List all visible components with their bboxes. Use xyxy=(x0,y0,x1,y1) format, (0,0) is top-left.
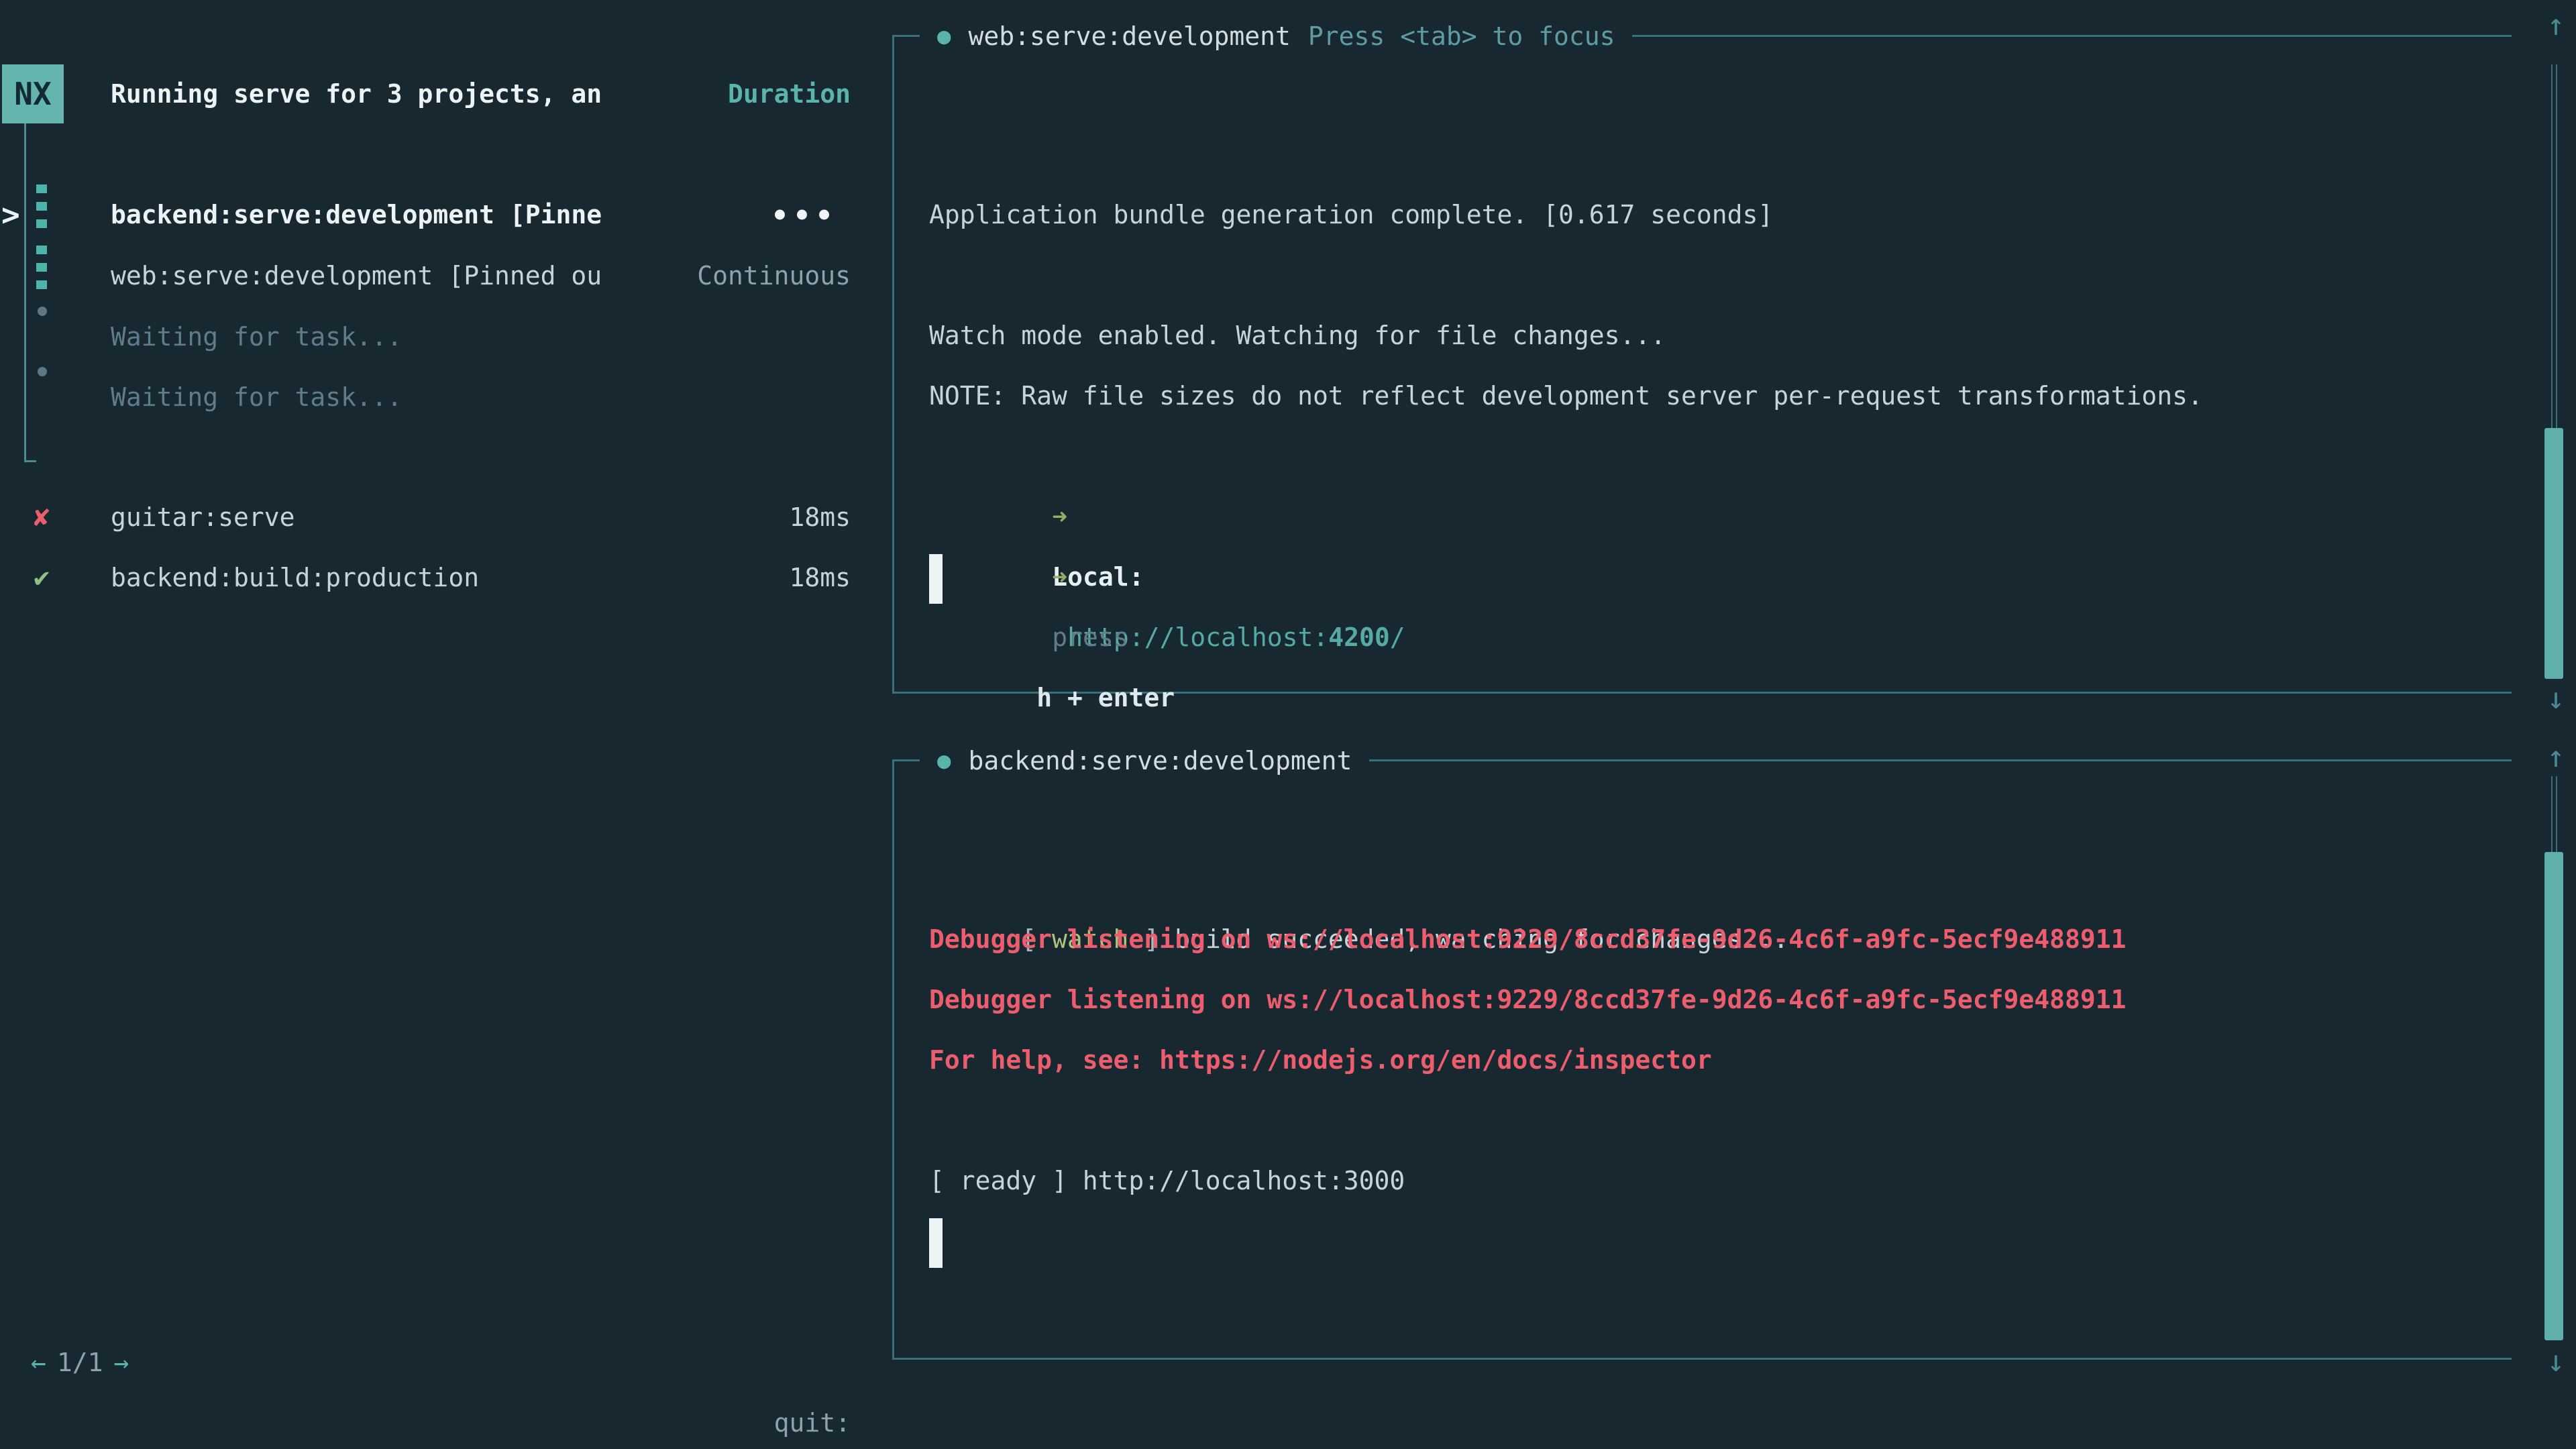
task-label: backend:build:production xyxy=(111,547,479,608)
task-duration: 18ms xyxy=(604,487,851,547)
task-label: web:serve:development [Pinned ou xyxy=(111,246,602,306)
prev-page-arrow[interactable]: ← xyxy=(31,1332,46,1393)
output-line-inspector-help: For help, see: https://nodejs.org/en/doc… xyxy=(929,1030,2431,1090)
task-row-waiting-2[interactable]: Waiting for task... xyxy=(0,367,852,427)
help-hint-keys: h + enter xyxy=(1036,683,1175,712)
error-cross-icon: ✘ xyxy=(34,504,50,531)
output-line-debugger: Debugger listening on ws://localhost:922… xyxy=(929,909,2431,969)
output-line-ready: [ ready ] http://localhost:3000 xyxy=(929,1150,2431,1211)
scrollbar-track[interactable] xyxy=(2551,64,2557,428)
focus-hint: Press <tab> to focus xyxy=(1308,21,1615,51)
task-duration: 18ms xyxy=(604,547,851,608)
running-spinner-icon xyxy=(36,246,47,289)
task-row-guitar-serve[interactable]: ✘ guitar:serve 18ms xyxy=(0,487,852,547)
panel-title: web:serve:development xyxy=(968,21,1290,51)
terminal-output: [ watch ] build succeeded, watching for … xyxy=(929,849,2431,1271)
task-row-backend-build[interactable]: ✔ backend:build:production 18ms xyxy=(0,547,852,608)
pagination: ← 1/1 → xyxy=(31,1332,129,1393)
scrollbar-thumb[interactable] xyxy=(2544,428,2563,679)
arrow-icon: ➜ xyxy=(1052,502,1067,531)
nx-terminal-ui: { "colors": { "background": "#172830", "… xyxy=(0,0,2576,1449)
task-row-waiting-1[interactable]: Waiting for task... xyxy=(0,307,852,367)
scrollbar-thumb[interactable] xyxy=(2544,852,2563,1340)
output-panel-web-serve[interactable]: ● web:serve:development Press <tab> to f… xyxy=(892,35,2512,694)
nx-logo-badge: NX xyxy=(2,64,64,123)
task-mode-continuous: Continuous xyxy=(604,246,851,306)
output-line-blank xyxy=(929,1090,2431,1150)
output-line-debugger: Debugger listening on ws://localhost:922… xyxy=(929,969,2431,1030)
status-dot-icon: ● xyxy=(937,747,951,774)
cursor-line xyxy=(929,547,2431,607)
panel-title: backend:serve:development xyxy=(968,746,1352,775)
cursor-line xyxy=(929,1211,2431,1271)
scroll-down-icon[interactable]: ↓ xyxy=(2536,680,2576,718)
output-panel-backend-serve[interactable]: ● backend:serve:development [ watch ] bu… xyxy=(892,759,2512,1360)
output-line-local-url: ➜ Local: http://localhost:4200/ xyxy=(929,426,2431,486)
output-line-watch-status: [ watch ] build succeeded, watching for … xyxy=(929,849,2431,909)
terminal-cursor xyxy=(929,1218,943,1268)
pending-dot-icon xyxy=(38,367,47,376)
keyboard-shortcuts: quit: q help: ? xyxy=(604,1332,851,1393)
task-row-web-serve[interactable]: web:serve:development [Pinned ou Continu… xyxy=(0,246,852,306)
local-url-port[interactable]: 4200 xyxy=(1328,623,1390,652)
page-indicator: 1/1 xyxy=(57,1332,103,1393)
duration-column-header: Duration xyxy=(604,64,851,124)
quit-shortcut-label: quit: xyxy=(774,1408,851,1438)
selected-caret-icon: > xyxy=(1,184,20,245)
scroll-down-icon[interactable]: ↓ xyxy=(2536,1343,2576,1381)
output-line: Watch mode enabled. Watching for file ch… xyxy=(929,305,2431,366)
local-url-slash[interactable]: / xyxy=(1390,623,1405,652)
success-check-icon: ✔ xyxy=(34,564,50,591)
output-line: Application bundle generation complete. … xyxy=(929,184,2431,245)
output-line: NOTE: Raw file sizes do not reflect deve… xyxy=(929,366,2431,426)
next-page-arrow[interactable]: → xyxy=(114,1332,129,1393)
scroll-up-icon[interactable]: ↑ xyxy=(2536,739,2576,776)
output-line-help-hint: ➜ press h + enter to show help xyxy=(929,486,2431,547)
running-ellipsis-icon xyxy=(775,210,829,220)
panel-header: ● web:serve:development Press <tab> to f… xyxy=(920,6,1632,66)
scrollbar-track[interactable] xyxy=(2551,776,2557,852)
status-dot-icon: ● xyxy=(937,23,951,50)
task-label: guitar:serve xyxy=(111,487,295,547)
panel-header: ● backend:serve:development xyxy=(920,731,1369,791)
help-hint-pre: press xyxy=(1052,623,1128,652)
output-line-blank xyxy=(929,245,2431,305)
terminal-output: Application bundle generation complete. … xyxy=(929,184,2431,607)
task-label: Waiting for task... xyxy=(111,307,402,367)
task-label: backend:serve:development [Pinne xyxy=(111,184,602,245)
arrow-icon: ➜ xyxy=(1052,562,1067,592)
terminal-cursor xyxy=(929,554,943,604)
sidebar-title: Running serve for 3 projects, an xyxy=(111,64,600,124)
running-spinner-icon xyxy=(36,184,47,228)
pending-dot-icon xyxy=(38,307,47,316)
task-label: Waiting for task... xyxy=(111,367,402,427)
scroll-up-icon[interactable]: ↑ xyxy=(2536,7,2576,44)
task-row-backend-serve[interactable]: > backend:serve:development [Pinne xyxy=(0,184,852,245)
